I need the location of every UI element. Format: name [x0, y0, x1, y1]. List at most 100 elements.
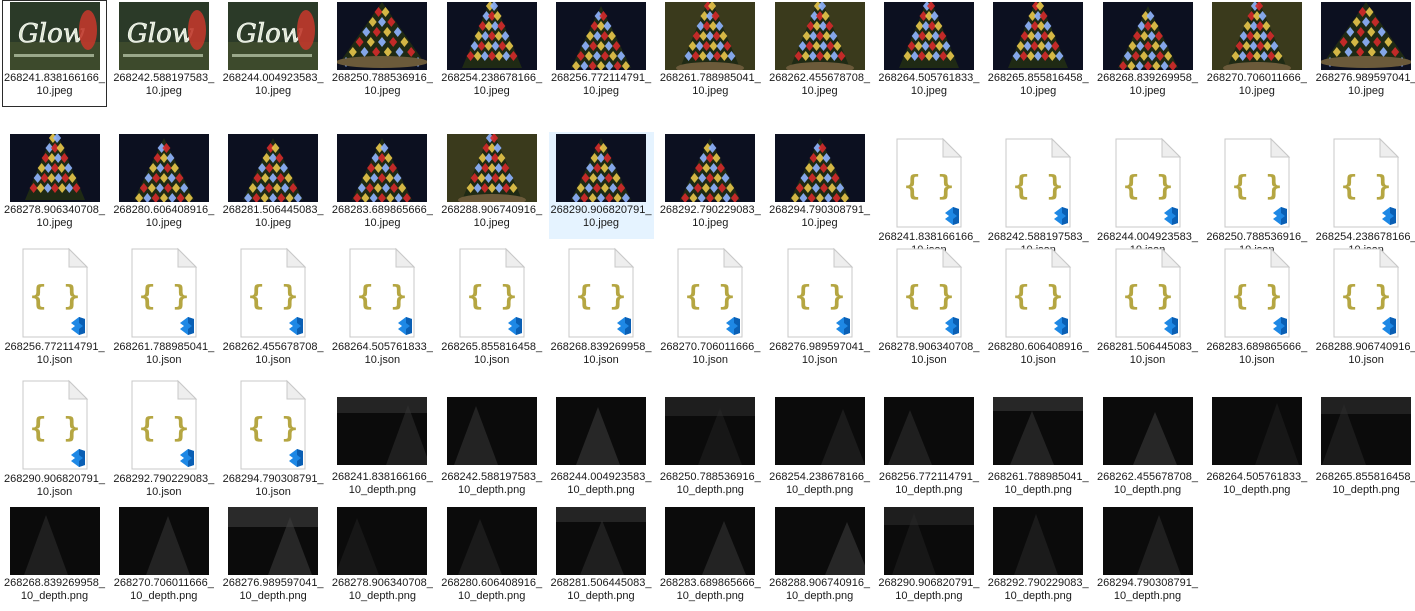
- file-name-label: 268250.788536916_10.jpeg: [331, 72, 433, 97]
- depth-map-thumbnail: [556, 397, 646, 465]
- svg-text:{ }: { }: [1013, 169, 1064, 202]
- file-item[interactable]: Glow 268242.588197583_10.jpeg: [111, 0, 216, 107]
- svg-text:Glow: Glow: [236, 19, 303, 49]
- file-item[interactable]: 268261.788985041_10_depth.png: [986, 374, 1091, 504]
- file-item[interactable]: 268256.772114791_10_depth.png: [876, 374, 981, 504]
- file-item[interactable]: 268264.505761833_10_depth.png: [1204, 374, 1309, 504]
- file-item[interactable]: { } 268254.238678166_10.json: [1314, 132, 1415, 256]
- file-item[interactable]: 268294.790308791_10.jpeg: [767, 132, 872, 239]
- file-item[interactable]: 268256.772114791_10.jpeg: [549, 0, 654, 107]
- file-item[interactable]: 268290.906820791_10_depth.png: [876, 506, 981, 611]
- file-item[interactable]: 268278.906340708_10_depth.png: [330, 506, 435, 611]
- file-item[interactable]: 268254.238678166_10.jpeg: [439, 0, 544, 107]
- svg-text:Glow: Glow: [18, 19, 85, 49]
- file-item[interactable]: Glow 268244.004923583_10.jpeg: [221, 0, 326, 107]
- image-thumbnail: [1211, 2, 1302, 70]
- file-item[interactable]: 268280.606408916_10.jpeg: [111, 132, 216, 239]
- file-item[interactable]: 268281.506445083_10.jpeg: [221, 132, 326, 239]
- json-file-icon: { }: [17, 379, 93, 471]
- file-item[interactable]: 268281.506445083_10_depth.png: [549, 506, 654, 611]
- file-item[interactable]: 268294.790308791_10_depth.png: [1095, 506, 1200, 611]
- file-item[interactable]: 268292.790229083_10_depth.png: [986, 506, 1091, 611]
- file-item[interactable]: 268265.855816458_10.jpeg: [986, 0, 1091, 107]
- file-item[interactable]: { } 268242.588197583_10.json: [986, 132, 1091, 256]
- file-item[interactable]: { } 268290.906820791_10.json: [2, 374, 107, 504]
- file-item[interactable]: 268254.238678166_10_depth.png: [767, 374, 872, 504]
- file-item[interactable]: 268278.906340708_10.jpeg: [2, 132, 107, 239]
- file-item[interactable]: 268288.906740916_10_depth.png: [767, 506, 872, 611]
- file-item[interactable]: 268280.606408916_10_depth.png: [439, 506, 544, 611]
- file-item[interactable]: 268270.706011666_10.jpeg: [1204, 0, 1309, 107]
- file-item[interactable]: 268262.455678708_10_depth.png: [1095, 374, 1200, 504]
- svg-text:{ }: { }: [248, 411, 299, 444]
- file-item[interactable]: { } 268262.455678708_10.json: [221, 242, 326, 372]
- image-thumbnail: [774, 2, 865, 70]
- file-item[interactable]: 268292.790229083_10.jpeg: [658, 132, 763, 239]
- depth-map-thumbnail: [774, 397, 865, 465]
- file-item[interactable]: 268283.689865666_10.jpeg: [330, 132, 435, 239]
- file-item[interactable]: { } 268268.839269958_10.json: [549, 242, 654, 372]
- file-item[interactable]: { } 268241.838166166_10.json: [876, 132, 981, 256]
- file-item[interactable]: { } 268278.906340708_10.json: [876, 242, 981, 372]
- file-item[interactable]: { } 268244.004923583_10.json: [1095, 132, 1200, 256]
- file-item[interactable]: { } 268281.506445083_10.json: [1095, 242, 1200, 372]
- file-item[interactable]: 268290.906820791_10.jpeg: [548, 132, 654, 239]
- file-name-label: 268278.906340708_10_depth.png: [331, 577, 433, 602]
- image-thumbnail: Glow: [118, 2, 209, 70]
- file-item[interactable]: { } 268250.788536916_10.json: [1204, 132, 1309, 256]
- image-thumbnail: [774, 134, 865, 202]
- file-item[interactable]: { } 268288.906740916_10.json: [1314, 242, 1415, 372]
- file-name-label: 268242.588197583_10_depth.png: [441, 471, 543, 496]
- file-name-label: 268244.004923583_10_depth.png: [550, 471, 652, 496]
- file-item[interactable]: { } 268256.772114791_10.json: [2, 242, 107, 372]
- file-item[interactable]: { } 268264.505761833_10.json: [330, 242, 435, 372]
- file-item[interactable]: { } 268294.790308791_10.json: [221, 374, 326, 504]
- file-item[interactable]: 268268.839269958_10_depth.png: [2, 506, 107, 611]
- file-item[interactable]: 268283.689865666_10_depth.png: [658, 506, 763, 611]
- image-thumbnail: [446, 134, 537, 202]
- file-name-label: 268261.788985041_10.jpeg: [659, 72, 761, 97]
- image-thumbnail: [556, 134, 646, 202]
- file-name-label: 268280.606408916_10_depth.png: [441, 577, 543, 602]
- json-file-icon: { }: [126, 379, 202, 471]
- depth-map-thumbnail: [665, 507, 756, 575]
- file-item[interactable]: { } 268270.706011666_10.json: [658, 242, 763, 372]
- file-name-label: 268288.906740916_10.jpeg: [441, 204, 543, 229]
- file-item[interactable]: 268288.906740916_10.jpeg: [439, 132, 544, 239]
- depth-map-thumbnail: [446, 397, 537, 465]
- json-file-icon: { }: [891, 247, 967, 339]
- file-item[interactable]: 268276.989597041_10_depth.png: [221, 506, 326, 611]
- json-file-icon: { }: [235, 247, 311, 339]
- file-item[interactable]: 268276.989597041_10.jpeg: [1314, 0, 1415, 107]
- file-item[interactable]: 268261.788985041_10.jpeg: [658, 0, 763, 107]
- svg-text:{ }: { }: [1232, 169, 1283, 202]
- svg-text:{ }: { }: [139, 411, 190, 444]
- file-item[interactable]: 268264.505761833_10.jpeg: [876, 0, 981, 107]
- file-item[interactable]: 268265.855816458_10_depth.png: [1314, 374, 1415, 504]
- file-item[interactable]: { } 268276.989597041_10.json: [767, 242, 872, 372]
- json-file-icon: { }: [563, 247, 639, 339]
- file-item[interactable]: { } 268280.606408916_10.json: [986, 242, 1091, 372]
- file-item[interactable]: { } 268261.788985041_10.json: [111, 242, 216, 372]
- file-item[interactable]: 268244.004923583_10_depth.png: [549, 374, 654, 504]
- file-name-label: 268264.505761833_10_depth.png: [1206, 471, 1308, 496]
- file-item[interactable]: 268250.788536916_10.jpeg: [330, 0, 435, 107]
- file-item[interactable]: { } 268292.790229083_10.json: [111, 374, 216, 504]
- file-name-label: 268276.989597041_10.jpeg: [1315, 72, 1415, 97]
- file-item[interactable]: { } 268265.855816458_10.json: [439, 242, 544, 372]
- file-item[interactable]: { } 268283.689865666_10.json: [1204, 242, 1309, 372]
- file-item[interactable]: 268241.838166166_10_depth.png: [330, 374, 435, 504]
- file-item[interactable]: 268242.588197583_10_depth.png: [439, 374, 544, 504]
- file-item[interactable]: 268262.455678708_10.jpeg: [767, 0, 872, 107]
- file-item[interactable]: 268268.839269958_10.jpeg: [1095, 0, 1200, 107]
- json-file-icon: { }: [454, 247, 530, 339]
- file-name-label: 268262.455678708_10.json: [222, 341, 324, 366]
- file-item[interactable]: 268250.788536916_10_depth.png: [658, 374, 763, 504]
- image-thumbnail: [993, 2, 1084, 70]
- file-item[interactable]: 268270.706011666_10_depth.png: [111, 506, 216, 611]
- file-item[interactable]: Glow 268241.838166166_10.jpeg: [2, 0, 107, 107]
- depth-map-thumbnail: [337, 507, 428, 575]
- file-name-label: 268254.238678166_10.jpeg: [441, 72, 543, 97]
- file-name-label: 268264.505761833_10.json: [331, 341, 433, 366]
- json-file-icon: { }: [1219, 247, 1295, 339]
